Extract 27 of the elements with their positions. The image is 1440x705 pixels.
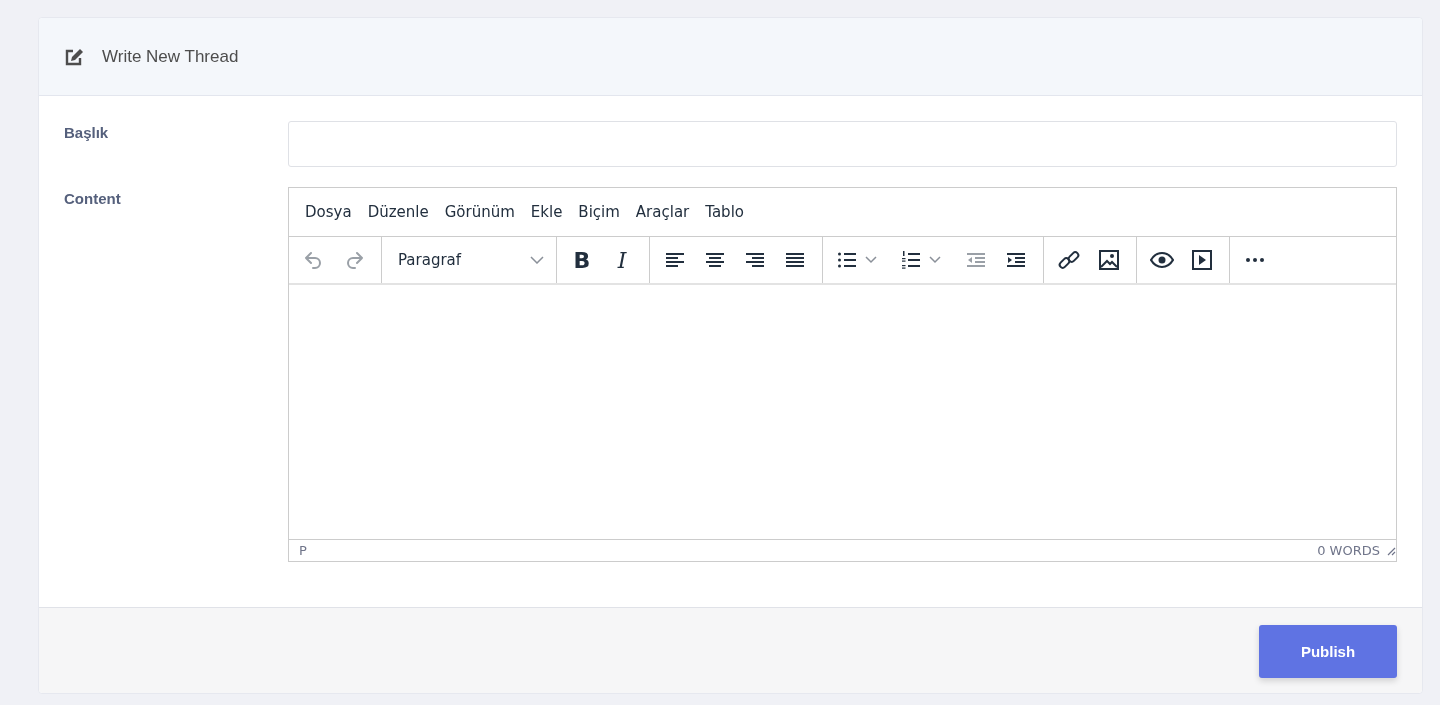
menu-item[interactable]: Görünüm — [436, 199, 523, 225]
menu-item[interactable]: Düzenle — [359, 199, 437, 225]
link-icon — [1057, 248, 1081, 272]
menu-item[interactable]: Tablo — [697, 199, 752, 225]
word-count: 0 WORDS — [1317, 543, 1380, 558]
block-format-dropdown[interactable]: Paragraf — [388, 243, 550, 277]
play-icon — [1190, 248, 1214, 272]
menu-item[interactable]: Araçlar — [627, 199, 698, 225]
chevron-icon — [530, 256, 544, 264]
menu-item[interactable]: Biçim — [570, 199, 628, 225]
resize-handle-icon — [1386, 545, 1396, 556]
caret-icon — [929, 256, 941, 264]
bold-button[interactable]: B — [565, 243, 599, 277]
card-title: Write New Thread — [102, 46, 239, 67]
italic-button[interactable]: I — [605, 243, 639, 277]
more-icon — [1246, 258, 1264, 262]
publish-button[interactable]: Publish — [1259, 624, 1397, 678]
field-label: Başlık — [64, 123, 110, 143]
edit-icon — [64, 47, 84, 66]
title-input[interactable] — [288, 121, 1397, 167]
caret-icon — [865, 256, 877, 264]
menu-item[interactable]: Dosya — [297, 199, 360, 225]
field-label: Content — [64, 189, 122, 209]
image-icon — [1097, 248, 1121, 272]
element-path[interactable]: P — [299, 543, 307, 558]
numbered-list-icon — [899, 248, 923, 272]
menu-item[interactable]: Ekle — [522, 199, 571, 225]
